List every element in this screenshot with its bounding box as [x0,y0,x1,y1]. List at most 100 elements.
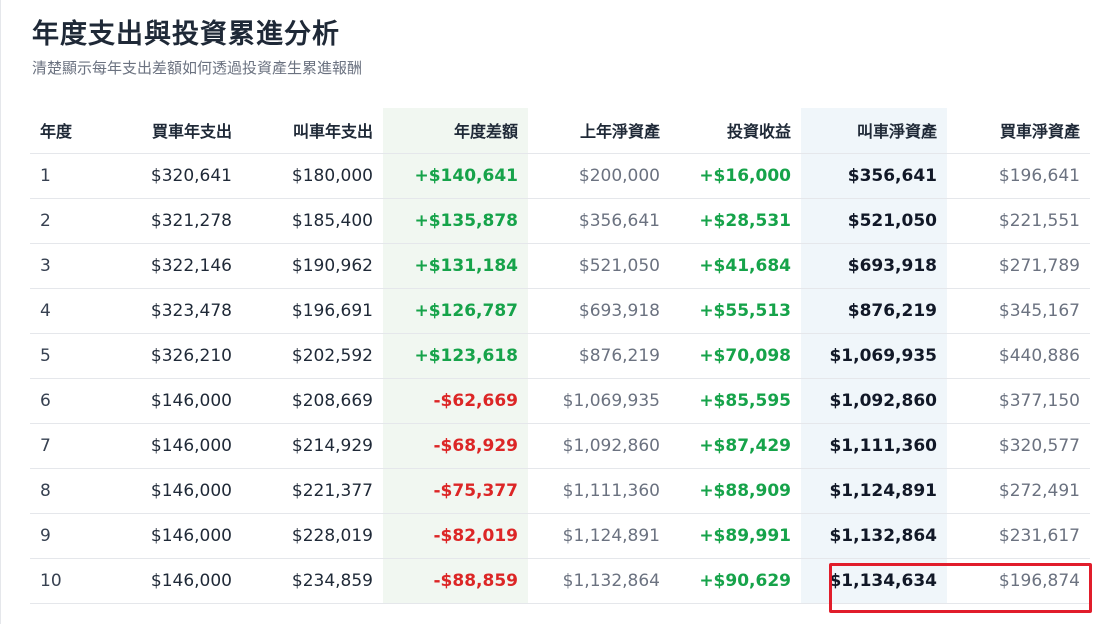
cell-buy-expense: $326,210 [100,333,242,379]
cell-buy-net-worth: $345,167 [947,288,1090,334]
cell-investment-return: +$28,531 [670,198,801,244]
cell-ride-net-worth: $876,219 [801,288,947,334]
cell-annual-diff: +$123,618 [383,333,528,379]
table-row: 4 $323,478 $196,691 +$126,787 $693,918 +$55,5… [30,288,1090,334]
cell-annual-diff: +$126,787 [383,288,528,334]
col-header-investment-return: 投資收益 [670,108,801,154]
cell-prev-net-worth: $693,918 [528,288,670,334]
cell-ride-net-worth: $1,132,864 [801,513,947,559]
cell-buy-net-worth: $440,886 [947,333,1090,379]
cell-annual-diff: -$82,019 [383,513,528,559]
cell-investment-return: +$16,000 [670,153,801,199]
cell-investment-return: +$88,909 [670,468,801,514]
col-header-buy-net-worth: 買車淨資產 [947,108,1090,154]
left-border [0,0,1,624]
cell-annual-diff: -$62,669 [383,378,528,424]
cell-buy-net-worth: $320,577 [947,423,1090,469]
cell-ride-expense: $208,669 [242,378,383,424]
col-header-year: 年度 [30,108,100,154]
cell-ride-expense: $214,929 [242,423,383,469]
cell-buy-net-worth: $271,789 [947,243,1090,289]
cell-year: 6 [30,378,100,424]
table-row: 6 $146,000 $208,669 -$62,669 $1,069,935 +$85,… [30,378,1090,424]
page-title: 年度支出與投資累進分析 [32,19,340,50]
cell-prev-net-worth: $876,219 [528,333,670,379]
cell-ride-net-worth: $1,092,860 [801,378,947,424]
cell-buy-expense: $146,000 [100,378,242,424]
cell-year: 2 [30,198,100,244]
cell-year: 3 [30,243,100,289]
cell-prev-net-worth: $1,132,864 [528,558,670,604]
cell-buy-expense: $320,641 [100,153,242,199]
table-row: 2 $321,278 $185,400 +$135,878 $356,641 +$28,5… [30,198,1090,244]
cell-prev-net-worth: $1,092,860 [528,423,670,469]
col-header-ride-expense: 叫車年支出 [242,108,383,154]
cell-ride-net-worth: $521,050 [801,198,947,244]
cell-year: 10 [30,558,100,604]
col-header-buy-expense: 買車年支出 [100,108,242,154]
cell-annual-diff: +$135,878 [383,198,528,244]
cell-investment-return: +$90,629 [670,558,801,604]
cell-ride-net-worth: $1,134,634 [801,558,947,604]
cell-ride-expense: $180,000 [242,153,383,199]
cell-buy-net-worth: $272,491 [947,468,1090,514]
cell-prev-net-worth: $1,069,935 [528,378,670,424]
cell-prev-net-worth: $200,000 [528,153,670,199]
cell-ride-expense: $228,019 [242,513,383,559]
table-row: 9 $146,000 $228,019 -$82,019 $1,124,891 +$89,… [30,513,1090,559]
cell-buy-net-worth: $221,551 [947,198,1090,244]
cell-year: 1 [30,153,100,199]
cell-buy-net-worth: $196,874 [947,558,1090,604]
cell-annual-diff: -$75,377 [383,468,528,514]
cell-ride-net-worth: $693,918 [801,243,947,289]
cell-ride-expense: $190,962 [242,243,383,289]
expense-investment-table: 年度 買車年支出 叫車年支出 年度差額 上年淨資產 投資收益 叫車淨資產 買車淨… [30,108,1090,604]
table-row: 1 $320,641 $180,000 +$140,641 $200,000 +$16,0… [30,153,1090,199]
cell-year: 4 [30,288,100,334]
table-row: 5 $326,210 $202,592 +$123,618 $876,219 +$70,0… [30,333,1090,379]
cell-buy-net-worth: $196,641 [947,153,1090,199]
cell-ride-net-worth: $1,111,360 [801,423,947,469]
cell-buy-expense: $146,000 [100,558,242,604]
col-header-annual-diff: 年度差額 [383,108,528,154]
cell-investment-return: +$70,098 [670,333,801,379]
cell-year: 5 [30,333,100,379]
cell-buy-net-worth: $231,617 [947,513,1090,559]
cell-prev-net-worth: $356,641 [528,198,670,244]
cell-buy-expense: $322,146 [100,243,242,289]
cell-investment-return: +$55,513 [670,288,801,334]
cell-annual-diff: -$68,929 [383,423,528,469]
cell-buy-expense: $321,278 [100,198,242,244]
cell-investment-return: +$85,595 [670,378,801,424]
cell-buy-expense: $146,000 [100,468,242,514]
cell-year: 9 [30,513,100,559]
cell-buy-expense: $323,478 [100,288,242,334]
cell-ride-expense: $185,400 [242,198,383,244]
cell-investment-return: +$41,684 [670,243,801,289]
table-row: 7 $146,000 $214,929 -$68,929 $1,092,860 +$87,… [30,423,1090,469]
col-header-ride-net-worth: 叫車淨資產 [801,108,947,154]
cell-ride-net-worth: $1,124,891 [801,468,947,514]
cell-buy-expense: $146,000 [100,513,242,559]
col-header-prev-net-worth: 上年淨資產 [528,108,670,154]
page-subtitle: 清楚顯示每年支出差額如何透過投資產生累進報酬 [32,59,363,77]
cell-prev-net-worth: $521,050 [528,243,670,289]
cell-investment-return: +$87,429 [670,423,801,469]
cell-ride-expense: $196,691 [242,288,383,334]
table-row: 10 $146,000 $234,859 -$88,859 $1,132,864 +$90… [30,558,1090,604]
cell-buy-expense: $146,000 [100,423,242,469]
cell-buy-net-worth: $377,150 [947,378,1090,424]
cell-annual-diff: +$131,184 [383,243,528,289]
cell-ride-net-worth: $356,641 [801,153,947,199]
cell-ride-expense: $221,377 [242,468,383,514]
table-header-row: 年度 買車年支出 叫車年支出 年度差額 上年淨資產 投資收益 叫車淨資產 買車淨… [30,108,1090,154]
table-row: 8 $146,000 $221,377 -$75,377 $1,111,360 +$88,… [30,468,1090,514]
cell-year: 8 [30,468,100,514]
table-row: 3 $322,146 $190,962 +$131,184 $521,050 +$41,6… [30,243,1090,289]
cell-annual-diff: -$88,859 [383,558,528,604]
cell-annual-diff: +$140,641 [383,153,528,199]
cell-prev-net-worth: $1,124,891 [528,513,670,559]
cell-ride-net-worth: $1,069,935 [801,333,947,379]
cell-year: 7 [30,423,100,469]
cell-ride-expense: $234,859 [242,558,383,604]
